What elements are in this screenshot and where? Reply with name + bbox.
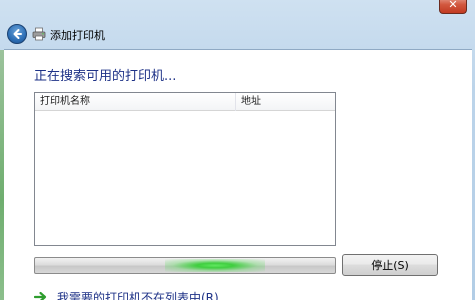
printer-not-listed-row[interactable]: 我需要的打印机不在列表中(R)	[34, 290, 219, 300]
green-arrow-icon	[34, 291, 47, 300]
client-area: 正在搜索可用的打印机... 打印机名称 地址 停止(S) 我需要的打印机不在列表…	[4, 49, 472, 300]
progress-glow	[165, 259, 265, 272]
window-frame: ✕ 添加打印机 正在搜索可用的打印机... 打印机名称 地址 停止(S) 我需要…	[0, 0, 475, 300]
back-button[interactable]	[7, 24, 27, 44]
printer-not-listed-link[interactable]: 我需要的打印机不在列表中(R)	[57, 289, 219, 300]
column-header-printer-name[interactable]: 打印机名称	[35, 93, 236, 111]
list-header: 打印机名称 地址	[35, 93, 335, 111]
search-progress-bar	[34, 257, 336, 274]
page-heading: 正在搜索可用的打印机...	[34, 69, 177, 84]
back-arrow-icon	[13, 29, 22, 39]
close-icon: ✕	[448, 0, 458, 11]
close-button[interactable]: ✕	[439, 0, 467, 14]
stop-button[interactable]: 停止(S)	[342, 254, 438, 276]
window-title: 添加打印机	[50, 29, 105, 42]
printer-icon	[32, 27, 46, 41]
title-bar: ✕ 添加打印机	[0, 0, 475, 48]
column-header-address[interactable]: 地址	[236, 93, 335, 111]
printer-list[interactable]: 打印机名称 地址	[34, 92, 336, 246]
